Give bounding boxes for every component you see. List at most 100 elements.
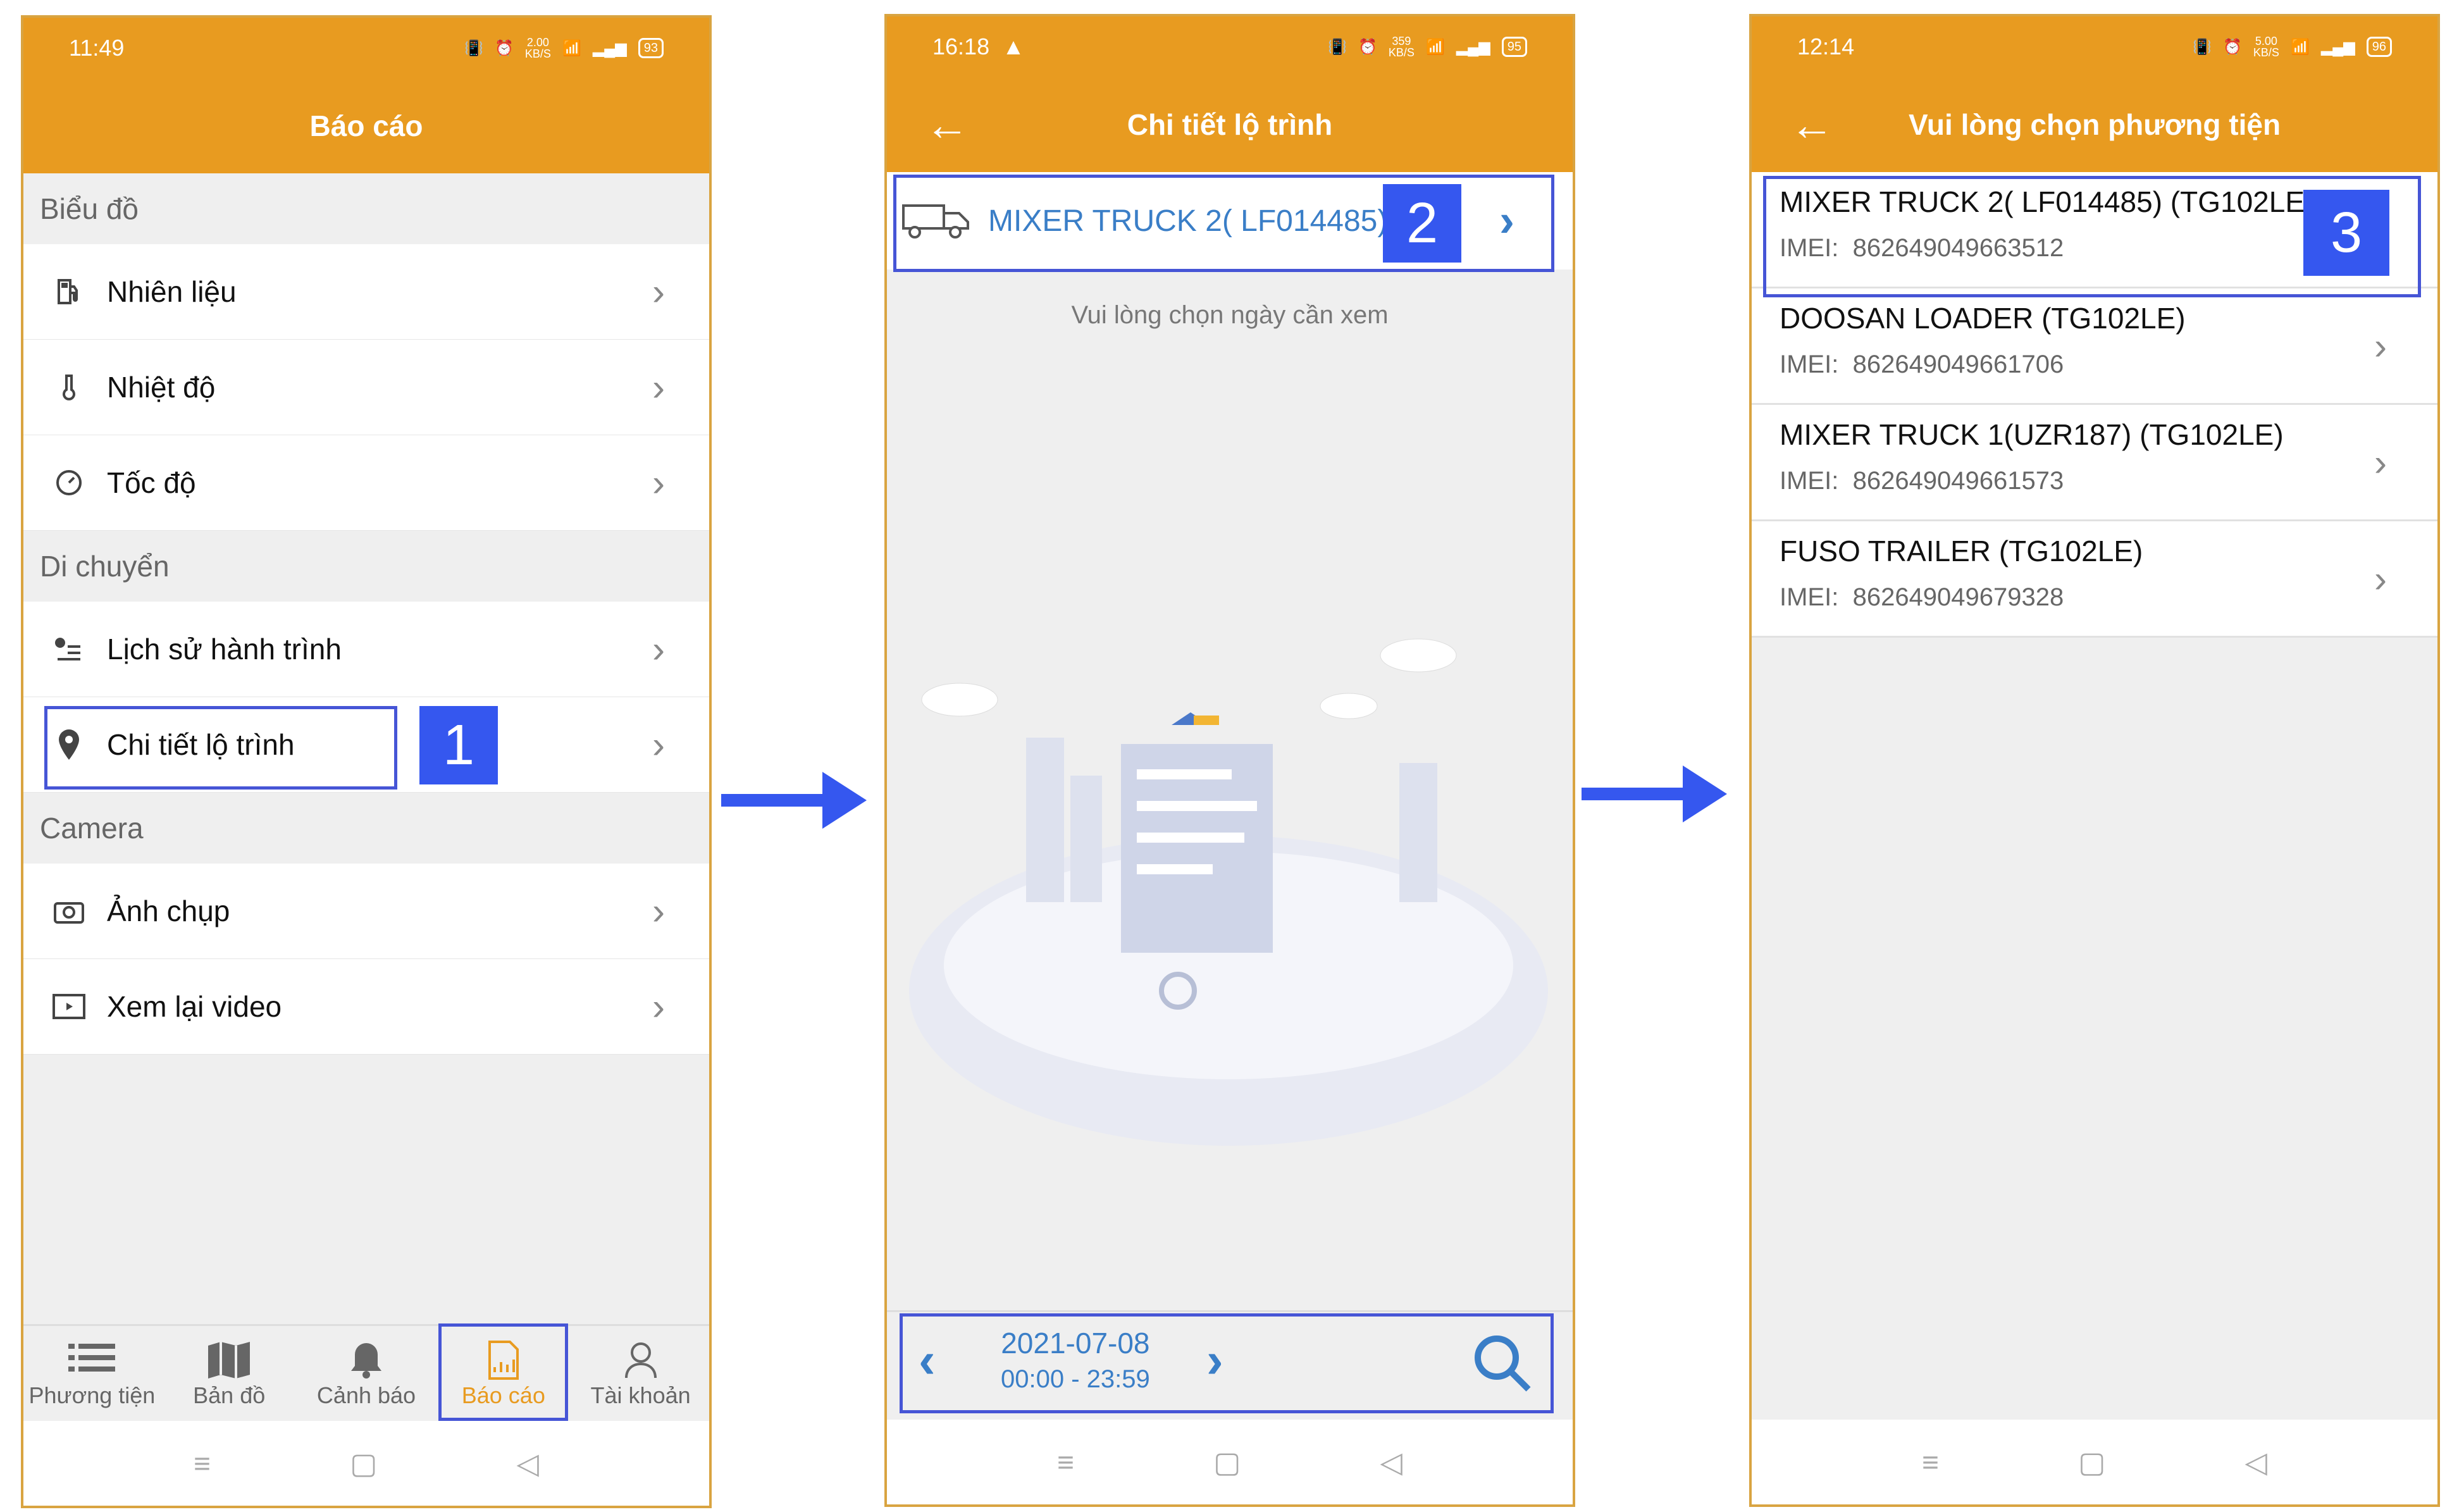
vibrate-icon: 📳 xyxy=(464,39,484,57)
tab-label: Phương tiện xyxy=(28,1382,156,1408)
system-nav-bar: ≡ ▢ ◁ xyxy=(887,1420,1573,1504)
tab-label: Tài khoản xyxy=(590,1382,691,1408)
highlight-box xyxy=(44,706,397,790)
bell-icon xyxy=(349,1338,384,1382)
wifi-icon: 📶 xyxy=(562,39,581,57)
chevron-right-icon: › xyxy=(652,723,665,766)
chevron-right-icon: › xyxy=(652,628,665,671)
status-icons: 📳 ⏰ 359 KB/S 📶 ▂▄▆ 95 xyxy=(1328,35,1527,58)
fuel-icon xyxy=(50,276,88,307)
battery-indicator: 93 xyxy=(638,38,664,58)
home-nav-icon[interactable]: ▢ xyxy=(350,1446,377,1480)
home-nav-icon[interactable]: ▢ xyxy=(1213,1445,1241,1479)
status-icons: 📳 ⏰ 5.00 KB/S 📶 ▂▄▆ 96 xyxy=(2193,35,2392,58)
back-nav-icon[interactable]: ◁ xyxy=(1380,1445,1402,1479)
status-time: 11:49 xyxy=(69,35,125,61)
page-title: Báo cáo xyxy=(309,109,423,142)
home-nav-icon[interactable]: ▢ xyxy=(2078,1445,2105,1479)
warning-icon: ▲ xyxy=(1002,34,1025,59)
app-bar: ← Chi tiết lộ trình xyxy=(887,77,1573,172)
tab-map[interactable]: Bản đồ xyxy=(161,1326,298,1421)
camera-icon xyxy=(50,897,88,925)
vibrate-icon: 📳 xyxy=(2193,38,2212,56)
menu-item-label: Tốc độ xyxy=(107,466,196,499)
status-icons: 📳 ⏰ 2.00 KB/S 📶 ▂▄▆ 93 xyxy=(464,37,664,59)
step-badge: 1 xyxy=(419,706,498,784)
alarm-icon: ⏰ xyxy=(2223,38,2242,56)
highlight-box xyxy=(900,1313,1554,1413)
thermometer-icon xyxy=(50,372,88,402)
network-speed: 5.00 KB/S xyxy=(2253,35,2279,59)
back-nav-icon[interactable]: ◁ xyxy=(2245,1445,2267,1479)
menu-item-photos[interactable]: Ảnh chụp › xyxy=(23,864,709,959)
battery-indicator: 95 xyxy=(1501,37,1527,57)
vehicle-name: MIXER TRUCK 1(UZR187) (TG102LE) xyxy=(1780,418,2284,451)
menu-item-label: Ảnh chụp xyxy=(107,895,230,927)
phone-screen-reports: 11:49 📳 ⏰ 2.00 KB/S 📶 ▂▄▆ 93 Báo cáo Biểu… xyxy=(21,15,712,1508)
highlight-box xyxy=(438,1323,569,1421)
network-speed: 2.00 KB/S xyxy=(524,36,551,60)
section-header-movement: Di chuyển xyxy=(23,531,709,602)
tab-vehicles[interactable]: Phương tiện xyxy=(23,1326,161,1421)
status-time-group: 16:18 ▲ xyxy=(932,34,1025,60)
date-filter-bar: ‹ 2021-07-08 00:00 - 23:59 › xyxy=(887,1310,1573,1420)
vehicle-list-item[interactable]: FUSO TRAILER (TG102LE) IMEI: 86264904967… xyxy=(1752,521,2437,638)
back-nav-icon[interactable]: ◁ xyxy=(516,1446,538,1480)
speedometer-icon xyxy=(50,468,88,498)
menu-item-label: Xem lại video xyxy=(107,990,282,1023)
tab-account[interactable]: Tài khoản xyxy=(572,1326,709,1421)
flow-arrow-icon xyxy=(1582,765,1727,822)
video-icon xyxy=(50,991,88,1022)
section-header-charts: Biểu đồ xyxy=(23,173,709,244)
menu-nav-icon[interactable]: ≡ xyxy=(1922,1445,1939,1479)
vehicle-imei: IMEI: 862649049661573 xyxy=(1780,467,2064,495)
chevron-right-icon: › xyxy=(652,461,665,504)
status-bar: 11:49 📳 ⏰ 2.00 KB/S 📶 ▂▄▆ 93 xyxy=(23,18,709,78)
tab-alerts[interactable]: Cảnh báo xyxy=(298,1326,435,1421)
chevron-right-icon: › xyxy=(652,889,665,933)
alarm-icon: ⏰ xyxy=(1358,38,1377,56)
back-arrow-icon[interactable]: ← xyxy=(1790,102,1834,147)
signal-icon: ▂▄▆ xyxy=(1456,38,1490,56)
chevron-right-icon: › xyxy=(2374,441,2387,483)
vehicle-name: FUSO TRAILER (TG102LE) xyxy=(1780,535,2143,567)
menu-nav-icon[interactable]: ≡ xyxy=(1057,1445,1074,1479)
vehicle-imei: IMEI: 862649049679328 xyxy=(1780,583,2064,611)
menu-item-speed[interactable]: Tốc độ › xyxy=(23,435,709,531)
tab-reports[interactable]: Báo cáo xyxy=(435,1323,572,1421)
page-title: Vui lòng chọn phương tiện xyxy=(1908,108,2281,141)
phone-screen-route-detail: 16:18 ▲ 📳 ⏰ 359 KB/S 📶 ▂▄▆ 95 ← Chi tiết … xyxy=(884,14,1575,1507)
empty-state-illustration xyxy=(909,638,1548,1146)
menu-nav-icon[interactable]: ≡ xyxy=(194,1446,211,1480)
step-badge: 2 xyxy=(1383,184,1461,263)
vehicle-list-item[interactable]: DOOSAN LOADER (TG102LE) IMEI: 8626490496… xyxy=(1752,288,2437,405)
battery-indicator: 96 xyxy=(2366,37,2392,57)
chevron-right-icon: › xyxy=(652,366,665,409)
wifi-icon: 📶 xyxy=(2290,38,2310,56)
app-bar: ← Vui lòng chọn phương tiện xyxy=(1752,77,2437,172)
step-badge: 3 xyxy=(2303,190,2389,276)
app-bar: Báo cáo xyxy=(23,78,709,173)
status-time: 12:14 xyxy=(1797,34,1855,59)
status-bar: 16:18 ▲ 📳 ⏰ 359 KB/S 📶 ▂▄▆ 95 xyxy=(887,16,1573,77)
vehicle-list-item[interactable]: MIXER TRUCK 1(UZR187) (TG102LE) IMEI: 86… xyxy=(1752,405,2437,521)
chevron-right-icon: › xyxy=(2374,557,2387,600)
network-speed: 359 KB/S xyxy=(1388,35,1415,59)
menu-item-video-playback[interactable]: Xem lại video › xyxy=(23,959,709,1055)
map-icon xyxy=(207,1338,251,1382)
menu-item-fuel[interactable]: Nhiên liệu › xyxy=(23,244,709,340)
user-icon xyxy=(624,1338,657,1382)
menu-item-label: Lịch sử hành trình xyxy=(107,633,342,666)
back-arrow-icon[interactable]: ← xyxy=(925,102,969,147)
flow-arrow-icon xyxy=(721,772,867,829)
bottom-tab-bar: Phương tiện Bản đồ Cảnh báo Báo cáo Tài … xyxy=(23,1323,709,1421)
system-nav-bar: ≡ ▢ ◁ xyxy=(1752,1420,2437,1504)
status-bar: 12:14 📳 ⏰ 5.00 KB/S 📶 ▂▄▆ 96 xyxy=(1752,16,2437,77)
empty-state-hint: Vui lòng chọn ngày cần xem xyxy=(1071,301,1389,329)
status-time: 16:18 xyxy=(932,34,990,59)
alarm-icon: ⏰ xyxy=(495,39,514,57)
route-history-icon xyxy=(50,634,88,664)
menu-item-temperature[interactable]: Nhiệt độ › xyxy=(23,340,709,435)
menu-item-route-history[interactable]: Lịch sử hành trình › xyxy=(23,602,709,697)
chevron-right-icon: › xyxy=(652,985,665,1028)
